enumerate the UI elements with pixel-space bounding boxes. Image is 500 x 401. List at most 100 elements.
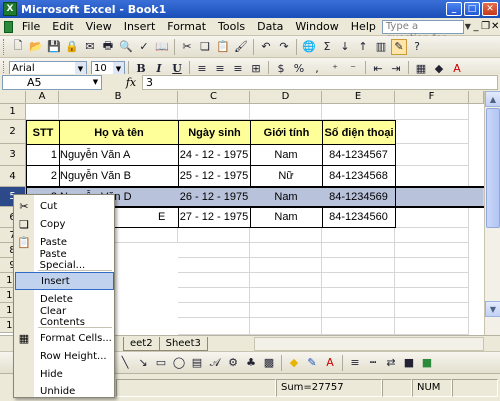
table-cell[interactable]: 27 - 12 - 1975 [178,207,251,228]
grid-cell[interactable] [250,258,322,273]
grid-cell[interactable] [178,288,250,303]
column-header-c[interactable]: C [178,91,250,104]
sort-descending-icon[interactable]: ↑ [355,39,371,55]
menu-view[interactable]: View [80,20,118,33]
grid-cell[interactable] [395,228,469,243]
grid-cell[interactable] [250,243,322,258]
table-cell[interactable]: Nam [250,187,323,208]
context-item-format-cells[interactable]: ▦ Format Cells... [14,329,114,347]
column-header-d[interactable]: D [250,91,322,104]
grid-cell[interactable] [250,303,322,318]
picture-icon[interactable]: ▩ [261,355,277,371]
arrow-icon[interactable]: ↘ [135,355,151,371]
grid-cell[interactable] [250,288,322,303]
table-cell[interactable]: Nữ [250,166,323,187]
grid-cell[interactable] [322,228,395,243]
3d-style-icon[interactable]: ■ [419,355,435,371]
diagram-icon[interactable]: ⚙ [225,355,241,371]
doc-minimize-icon[interactable]: _ [471,21,481,32]
email-icon[interactable]: ✉ [82,39,98,55]
maximize-button[interactable]: □ [464,2,480,16]
column-header-f[interactable]: F [395,91,469,104]
grid-cell[interactable] [322,303,395,318]
table-cell[interactable]: 84-1234560 [322,207,396,228]
header-cell-name[interactable]: Họ và tên [59,120,179,145]
table-cell[interactable]: 24 - 12 - 1975 [178,144,251,166]
table-cell[interactable]: 84-1234567 [322,144,396,166]
context-item-clear-contents[interactable]: Clear Contents [14,306,114,328]
oval-icon[interactable]: ◯ [171,355,187,371]
vertical-scrollbar[interactable]: ▲ ▼ [484,91,500,335]
grid-cell[interactable] [178,243,250,258]
line-icon[interactable]: ╲ [117,355,133,371]
open-icon[interactable]: 📂 [28,39,44,55]
arrow-style-icon[interactable]: ⇄ [383,355,399,371]
shadow-style-icon[interactable]: ■ [401,355,417,371]
table-cell[interactable]: 2 [26,166,60,187]
grid-cell[interactable] [322,258,395,273]
copy-icon[interactable]: ❏ [197,39,213,55]
chevron-down-icon[interactable]: ▼ [90,76,101,89]
grid-cell[interactable] [395,243,469,258]
context-item-copy[interactable]: ❏ Copy [14,215,114,233]
column-header-g[interactable] [469,91,484,104]
menu-file[interactable]: File [16,20,46,33]
menu-window[interactable]: Window [289,20,344,33]
grid-cell[interactable] [395,166,469,187]
workbook-icon[interactable] [4,20,13,33]
scroll-up-icon[interactable]: ▲ [485,91,500,107]
header-cell-gender[interactable]: Giới tính [250,120,323,145]
row-header-2[interactable]: 2 [0,120,26,144]
tab-sheet2[interactable]: eet2 [123,336,160,351]
grid-cell[interactable] [395,144,469,166]
help-search-input[interactable]: Type a question for help [381,19,465,56]
context-item-unhide[interactable]: Unhide [14,382,114,400]
header-cell-stt[interactable]: STT [26,120,60,145]
column-header-b[interactable]: B [59,91,178,104]
grid-cell[interactable] [26,104,59,120]
grid-cell[interactable] [395,258,469,273]
menu-tools[interactable]: Tools [212,20,251,33]
save-icon[interactable]: 💾 [46,39,62,55]
grid-cell[interactable] [178,318,250,335]
menu-insert[interactable]: Insert [118,20,162,33]
undo-icon[interactable]: ↶ [258,39,274,55]
tab-sheet3[interactable]: Sheet3 [158,336,208,351]
grid-cell[interactable] [322,318,395,335]
toolbar-grip[interactable] [3,38,6,55]
grid-cell[interactable] [395,120,469,144]
line-color-icon[interactable]: ✎ [304,355,320,371]
research-icon[interactable]: 📖 [154,39,170,55]
grid-cell[interactable] [250,273,322,288]
table-cell[interactable]: Nam [250,207,323,228]
clip-art-icon[interactable]: ♣ [243,355,259,371]
menu-format[interactable]: Format [161,20,212,33]
select-all-corner[interactable] [0,91,26,104]
table-cell[interactable]: Nguyễn Văn A [59,144,179,166]
fill-color-icon[interactable]: ◆ [286,355,302,371]
print-preview-icon[interactable]: 🔍 [118,39,134,55]
permission-icon[interactable]: 🔒 [64,39,80,55]
horizontal-scrollbar[interactable] [254,336,484,351]
doc-restore-icon[interactable]: ❐ [481,21,491,32]
context-item-hide[interactable]: Hide [14,365,114,383]
chart-wizard-icon[interactable]: ▥ [373,39,389,55]
grid-cell[interactable] [322,104,395,120]
rectangle-icon[interactable]: ▭ [153,355,169,371]
row-header-4[interactable]: 4 [0,166,26,187]
context-item-insert[interactable]: Insert [15,272,114,290]
close-button[interactable]: ✕ [482,2,498,16]
dash-style-icon[interactable]: ┅ [365,355,381,371]
scroll-thumb[interactable] [486,108,500,228]
table-cell[interactable]: 1 [26,144,60,166]
context-item-row-height[interactable]: Row Height... [14,347,114,365]
grid-cell[interactable] [395,288,469,303]
grid-cell[interactable] [322,273,395,288]
column-header-a[interactable]: A [26,91,59,104]
text-box-icon[interactable]: ▤ [189,355,205,371]
cut-icon[interactable]: ✂ [179,39,195,55]
sort-ascending-icon[interactable]: ↓ [337,39,353,55]
grid-cell[interactable] [250,228,322,243]
grid-cell[interactable] [178,273,250,288]
grid-cell[interactable] [395,303,469,318]
